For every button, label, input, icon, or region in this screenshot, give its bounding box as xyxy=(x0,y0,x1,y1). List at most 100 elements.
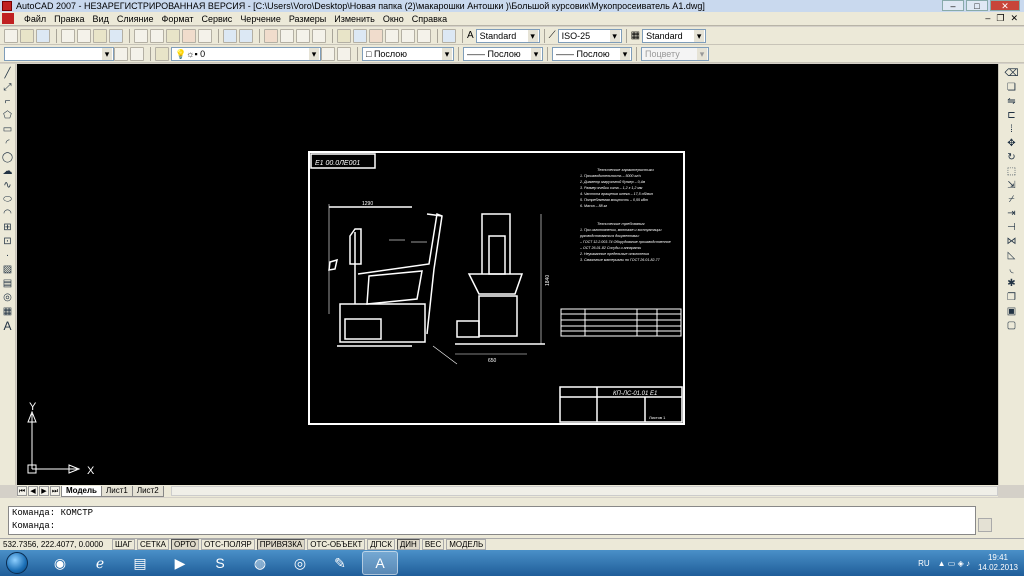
help-icon[interactable] xyxy=(442,28,456,43)
lineweight-select[interactable]: —— Послою xyxy=(552,46,632,61)
layer-select[interactable]: 💡☼▪ 0 xyxy=(171,46,321,61)
dyn-toggle[interactable]: ДИН xyxy=(396,539,420,550)
minimize-button[interactable]: – xyxy=(942,0,964,11)
menu-help[interactable]: Справка xyxy=(408,14,451,24)
polygon-icon[interactable]: ⬠ xyxy=(2,110,14,122)
bring-front-icon[interactable]: ▣ xyxy=(1005,306,1019,318)
rectangle-icon[interactable]: ▭ xyxy=(2,124,14,136)
menu-dimension[interactable]: Размеры xyxy=(285,14,330,24)
explode-icon[interactable]: ✱ xyxy=(1005,278,1019,290)
internet-explorer-icon[interactable]: ℯ xyxy=(82,551,118,575)
tab-sheet1[interactable]: Лист1 xyxy=(100,485,133,497)
autocad-app-icon[interactable] xyxy=(2,1,12,11)
ellipse-icon[interactable]: ⬭ xyxy=(2,194,14,206)
layer-properties-icon[interactable] xyxy=(155,46,169,61)
horizontal-scrollbar[interactable] xyxy=(170,486,998,496)
ellipse-arc-icon[interactable]: ◠ xyxy=(2,208,14,220)
menu-modify[interactable]: Изменить xyxy=(330,14,379,24)
tools-app-icon[interactable]: ✎ xyxy=(322,551,358,575)
otrack-toggle[interactable]: ОТС-ОБЪЕКТ xyxy=(307,539,366,550)
doc-restore-button[interactable]: ❐ xyxy=(996,13,1004,24)
firefox-icon[interactable]: ◍ xyxy=(242,551,278,575)
tab-sheet2[interactable]: Лист2 xyxy=(131,485,164,497)
new-file-icon[interactable] xyxy=(4,28,18,43)
erase-icon[interactable]: ⌫ xyxy=(1005,68,1019,80)
block-editor-icon[interactable] xyxy=(198,28,212,43)
menu-edit[interactable]: Правка xyxy=(50,14,88,24)
close-button[interactable]: ✕ xyxy=(990,0,1020,11)
join-icon[interactable]: ⋈ xyxy=(1005,236,1019,248)
draw-order-icon[interactable]: ❐ xyxy=(1005,292,1019,304)
skype-icon[interactable]: S xyxy=(202,551,238,575)
linetype-select[interactable]: —— Послою xyxy=(463,46,543,61)
properties-icon[interactable] xyxy=(337,28,351,43)
send-back-icon[interactable]: ▢ xyxy=(1005,320,1019,332)
make-current-layer-icon[interactable] xyxy=(321,46,335,61)
model-toggle[interactable]: МОДЕЛЬ xyxy=(446,539,487,550)
redo-icon[interactable] xyxy=(239,28,253,43)
first-tab-button[interactable]: ⏮ xyxy=(17,486,27,496)
dim-style-select[interactable]: ISO-25 xyxy=(557,28,622,43)
paste-icon[interactable] xyxy=(166,28,180,43)
line-icon[interactable]: ╱ xyxy=(2,68,14,80)
markup-icon[interactable] xyxy=(401,28,415,43)
stretch-icon[interactable]: ⇲ xyxy=(1005,180,1019,192)
menu-format[interactable]: Формат xyxy=(158,14,198,24)
publish-icon[interactable] xyxy=(93,28,107,43)
undo-icon[interactable] xyxy=(223,28,237,43)
osnap-toggle[interactable]: ПРИВЯЗКА xyxy=(256,539,306,550)
language-indicator[interactable]: RU xyxy=(918,559,930,568)
lineweight-toggle[interactable]: ВЕС xyxy=(421,539,445,550)
menu-draw[interactable]: Черчение xyxy=(236,14,285,24)
text-style-select[interactable]: Standard xyxy=(475,28,540,43)
next-tab-button[interactable]: ▶ xyxy=(39,486,49,496)
print-icon[interactable] xyxy=(61,28,75,43)
offset-icon[interactable]: ⊏ xyxy=(1005,110,1019,122)
grid-toggle[interactable]: СЕТКА xyxy=(137,539,169,550)
cut-icon[interactable] xyxy=(134,28,148,43)
mirror-icon[interactable]: ⇋ xyxy=(1005,96,1019,108)
3d-dwf-icon[interactable] xyxy=(109,28,123,43)
open-file-icon[interactable] xyxy=(20,28,34,43)
explorer-folder-icon[interactable]: ▤ xyxy=(122,551,158,575)
tray-icons[interactable]: ▲ ▭ ◈ ♪ xyxy=(938,559,970,568)
trim-icon[interactable]: ⌿ xyxy=(1005,194,1019,206)
tab-model[interactable]: Модель xyxy=(61,485,102,497)
workspace-select[interactable] xyxy=(4,46,114,61)
menu-view[interactable]: Вид xyxy=(89,14,113,24)
maximize-button[interactable]: □ xyxy=(966,0,988,11)
arc-icon[interactable]: ◜ xyxy=(2,138,14,150)
snap-toggle[interactable]: ШАГ xyxy=(112,539,135,550)
table-style-select[interactable]: Standard xyxy=(642,28,707,43)
move-icon[interactable]: ✥ xyxy=(1005,138,1019,150)
spline-icon[interactable]: ∿ xyxy=(2,180,14,192)
coordinates-readout[interactable]: 532.7356, 222.4077, 0.0000 xyxy=(0,540,112,549)
menu-merge[interactable]: Слияние xyxy=(113,14,158,24)
pan-icon[interactable] xyxy=(264,28,278,43)
copy-object-icon[interactable]: ❏ xyxy=(1005,82,1019,94)
clock[interactable]: 19:41 14.02.2013 xyxy=(978,553,1018,573)
prev-tab-button[interactable]: ◀ xyxy=(28,486,38,496)
last-tab-button[interactable]: ⏭ xyxy=(50,486,60,496)
command-scroll-button[interactable] xyxy=(978,518,992,532)
zoom-window-icon[interactable] xyxy=(296,28,310,43)
multiline-text-icon[interactable]: A xyxy=(2,320,14,332)
chrome-icon[interactable]: ◎ xyxy=(282,551,318,575)
fillet-icon[interactable]: ◟ xyxy=(1005,264,1019,276)
menu-file[interactable]: Файл xyxy=(20,14,50,24)
ducs-toggle[interactable]: ДПСК xyxy=(367,539,395,550)
rotate-icon[interactable]: ↻ xyxy=(1005,152,1019,164)
design-center-icon[interactable] xyxy=(353,28,367,43)
save-icon[interactable] xyxy=(36,28,50,43)
array-icon[interactable]: ⁞ xyxy=(1005,124,1019,136)
hatch-icon[interactable]: ▨ xyxy=(2,264,14,276)
break-icon[interactable]: ⊣ xyxy=(1005,222,1019,234)
extend-icon[interactable]: ⇥ xyxy=(1005,208,1019,220)
insert-block-icon[interactable]: ⊞ xyxy=(2,222,14,234)
sheet-set-icon[interactable] xyxy=(385,28,399,43)
doc-close-button[interactable]: ✕ xyxy=(1010,13,1018,24)
make-block-icon[interactable]: ⊡ xyxy=(2,236,14,248)
table-icon[interactable]: ▦ xyxy=(2,306,14,318)
menu-tools[interactable]: Сервис xyxy=(197,14,236,24)
drawing-area[interactable]: Е1 00.0ЛЕ001 1290 650 1840 Технические х… xyxy=(17,64,998,485)
